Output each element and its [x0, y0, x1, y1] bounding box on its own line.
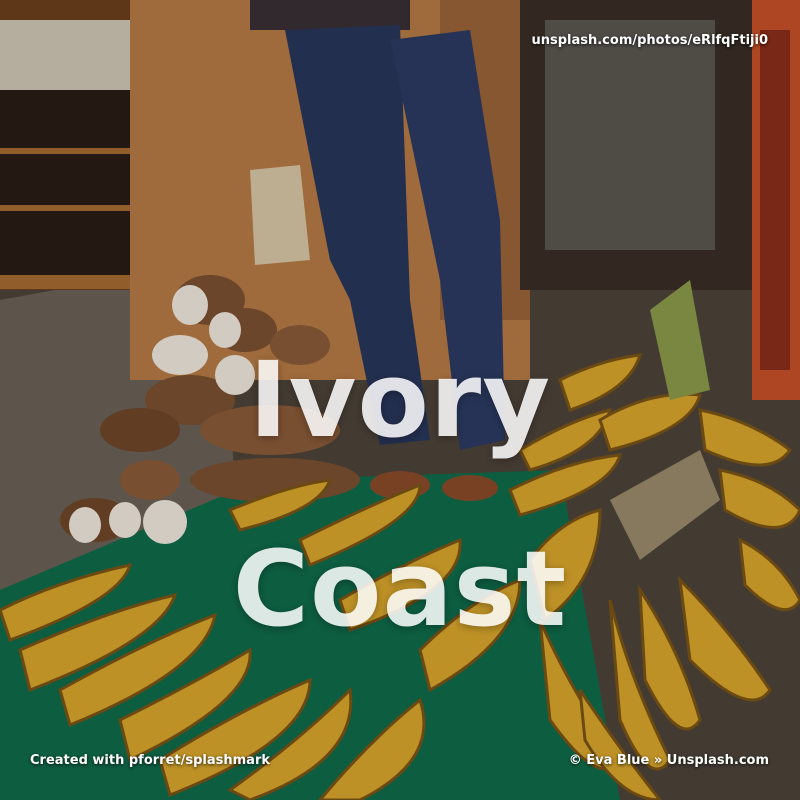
created-with-label: Created with pforret/splashmark: [30, 753, 270, 768]
title-line-2: Coast: [232, 528, 568, 650]
title-line-1: Ivory: [248, 339, 552, 461]
photo-attribution: © Eva Blue » Unsplash.com: [568, 753, 769, 768]
photo-card: Ivory Coast unsplash.com/photos/eRlfqFti…: [0, 0, 800, 800]
source-url: unsplash.com/photos/eRlfqFtiji0: [531, 33, 768, 48]
